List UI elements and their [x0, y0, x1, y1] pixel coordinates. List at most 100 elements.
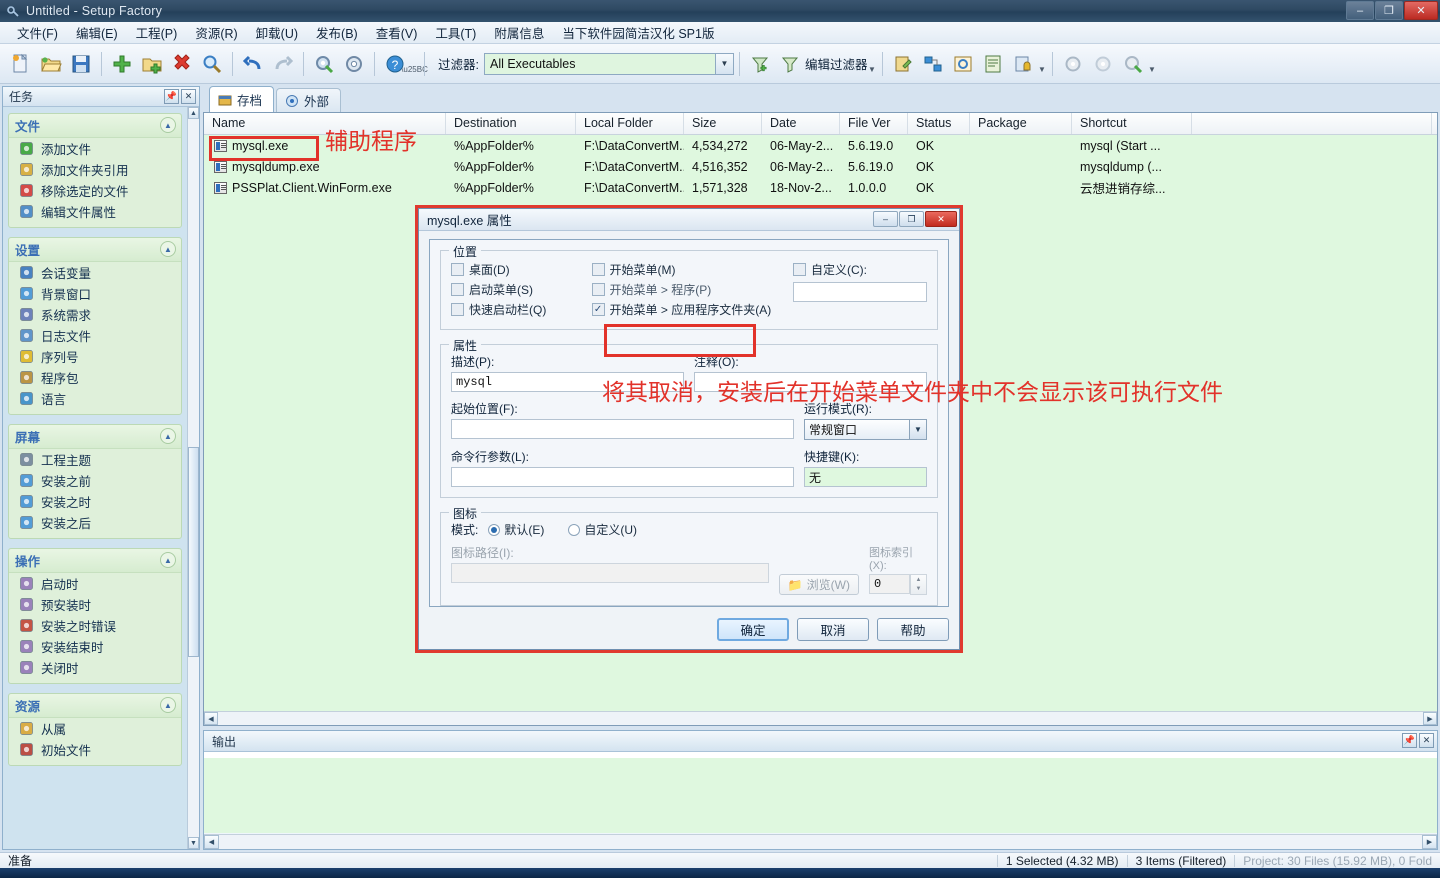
chevron-down-icon[interactable]: ▼	[909, 420, 926, 439]
dialog-minimize-button[interactable]: –	[873, 211, 898, 227]
task-item-primer-file[interactable]: 初始文件	[9, 739, 181, 760]
scroll-track[interactable]	[219, 835, 1422, 849]
find-icon[interactable]	[198, 50, 226, 78]
build-icon[interactable]	[889, 50, 917, 78]
web3-icon[interactable]	[1119, 50, 1147, 78]
checkbox-desktop[interactable]: 桌面(D)	[451, 259, 592, 279]
help-dropdown-arrow[interactable]: \u25BC	[401, 50, 428, 78]
scroll-right-icon[interactable]: ▶	[1422, 835, 1437, 849]
task-group-header[interactable]: 操作 ▲	[9, 549, 181, 573]
column-header-local-folder[interactable]: Local Folder	[576, 113, 684, 134]
column-header-blank[interactable]	[1192, 113, 1432, 134]
checkbox-custom-box[interactable]	[793, 262, 806, 276]
menu-item-resources[interactable]: 资源(R)	[186, 21, 246, 44]
checkbox-start-menu-appfolder-box[interactable]: ✓	[591, 302, 605, 316]
task-item-before-install[interactable]: 安装之前	[9, 470, 181, 491]
task-item-project-theme[interactable]: 工程主题	[9, 449, 181, 470]
checkbox-startup-menu-box[interactable]	[451, 282, 464, 296]
task-item-on-install-end[interactable]: 安装结束时	[9, 636, 181, 657]
task-group-header[interactable]: 资源 ▲	[9, 694, 181, 718]
checkbox-start-menu-box[interactable]	[591, 262, 605, 276]
main-tab-external[interactable]: 外部	[276, 88, 342, 112]
column-header-file-ver[interactable]: File Ver	[840, 113, 908, 134]
scroll-up-icon[interactable]: ▲	[188, 107, 199, 119]
task-item-edit-properties[interactable]: 编辑文件属性	[9, 201, 181, 222]
publish-icon[interactable]	[979, 50, 1007, 78]
column-header-destination[interactable]: Destination	[446, 113, 576, 134]
menu-item-view[interactable]: 查看(V)	[367, 21, 427, 44]
icon-path-input[interactable]	[451, 563, 769, 583]
checkbox-desktop-box[interactable]	[451, 262, 464, 276]
task-item-after-install[interactable]: 安装之后	[9, 512, 181, 533]
column-header-size[interactable]: Size	[684, 113, 762, 134]
close-pane-icon[interactable]: ✕	[181, 89, 196, 104]
minimize-button[interactable]: –	[1346, 1, 1374, 20]
menu-item-edit[interactable]: 编辑(E)	[67, 21, 127, 44]
maximize-button[interactable]: ❐	[1375, 1, 1403, 20]
build-settings-icon[interactable]	[310, 50, 338, 78]
task-item-on-shutdown[interactable]: 关闭时	[9, 657, 181, 678]
new-project-icon[interactable]	[7, 50, 35, 78]
task-item-add-file[interactable]: 添加文件	[9, 138, 181, 159]
checkbox-start-menu-programs[interactable]: 开始菜单 > 程序(P)	[591, 279, 793, 299]
cancel-button[interactable]: 取消	[797, 618, 869, 641]
delete-icon[interactable]	[168, 50, 196, 78]
custom-location-input[interactable]	[793, 282, 927, 302]
web-dropdown-arrow[interactable]: ▼	[1148, 50, 1157, 78]
radio-default-icon-circle[interactable]	[488, 523, 501, 536]
menu-item-file[interactable]: 文件(F)	[8, 21, 67, 44]
edit-filter-dropdown-arrow[interactable]: ▼	[868, 50, 877, 78]
column-header-shortcut[interactable]: Shortcut	[1072, 113, 1192, 134]
dialog-close-button[interactable]: ✕	[925, 211, 957, 227]
task-group-header[interactable]: 文件 ▲	[9, 114, 181, 138]
menu-item-project[interactable]: 工程(P)	[127, 21, 187, 44]
secure-icon[interactable]	[1009, 50, 1037, 78]
table-row[interactable]: mysqldump.exe %AppFolder% F:\DataConvertM.…	[204, 156, 1437, 177]
menu-item-tools[interactable]: 工具(T)	[426, 21, 485, 44]
scroll-track[interactable]	[218, 712, 1423, 725]
open-project-icon[interactable]	[37, 50, 65, 78]
column-header-name[interactable]: Name	[204, 113, 446, 134]
network-icon[interactable]	[919, 50, 947, 78]
run-mode-select[interactable]: 常规窗口 ▼	[804, 419, 927, 440]
chevron-up-icon[interactable]: ▲	[160, 428, 176, 444]
task-item-language[interactable]: 语言	[9, 388, 181, 409]
checkbox-quick-launch[interactable]: 快速启动栏(Q)	[451, 299, 592, 319]
task-pane-scrollbar[interactable]: ▲ ▼	[187, 107, 199, 849]
new-filter-icon[interactable]	[746, 50, 774, 78]
publish-dropdown-arrow[interactable]: ▼	[1038, 50, 1047, 78]
add-file-icon[interactable]	[108, 50, 136, 78]
task-item-package[interactable]: 程序包	[9, 367, 181, 388]
menu-item-about[interactable]: 附属信息	[485, 21, 553, 44]
web-icon[interactable]	[1059, 50, 1087, 78]
help-icon[interactable]: ?	[381, 50, 409, 78]
column-header-package[interactable]: Package	[970, 113, 1072, 134]
undo-icon[interactable]	[239, 50, 267, 78]
task-item-log-file[interactable]: 日志文件	[9, 325, 181, 346]
scroll-right-icon[interactable]: ▶	[1423, 712, 1437, 725]
task-item-background-window[interactable]: 背景窗口	[9, 283, 181, 304]
checkbox-start-menu-programs-box[interactable]	[591, 282, 605, 296]
radio-default-icon[interactable]: 默认(E)	[488, 521, 544, 538]
table-row[interactable]: PSSPlat.Client.WinForm.exe %AppFolder% F:\…	[204, 177, 1437, 198]
preview-icon[interactable]	[949, 50, 977, 78]
stepper-down-icon[interactable]: ▼	[911, 585, 926, 595]
column-header-status[interactable]: Status	[908, 113, 970, 134]
web2-icon[interactable]	[1089, 50, 1117, 78]
edit-filter-label[interactable]: 编辑过滤器	[805, 54, 868, 73]
checkbox-start-menu[interactable]: 开始菜单(M)	[591, 259, 793, 279]
task-item-on-startup[interactable]: 启动时	[9, 573, 181, 594]
task-group-header[interactable]: 设置 ▲	[9, 238, 181, 262]
help-button[interactable]: 帮助	[877, 618, 949, 641]
task-item-on-install-error[interactable]: 安装之时错误	[9, 615, 181, 636]
icon-index-stepper[interactable]: ▲ ▼	[910, 574, 927, 595]
dialog-maximize-button[interactable]: ❐	[899, 211, 924, 227]
scroll-left-icon[interactable]: ◀	[204, 712, 218, 725]
close-button[interactable]: ✕	[1404, 1, 1438, 20]
description-input[interactable]: mysql	[451, 372, 684, 392]
args-input[interactable]	[451, 467, 794, 487]
chevron-up-icon[interactable]: ▲	[160, 241, 176, 257]
main-tab-archive[interactable]: 存档	[209, 86, 275, 112]
task-item-on-preinstall[interactable]: 预安装时	[9, 594, 181, 615]
filter-combobox[interactable]: All Executables ▼	[483, 52, 734, 75]
